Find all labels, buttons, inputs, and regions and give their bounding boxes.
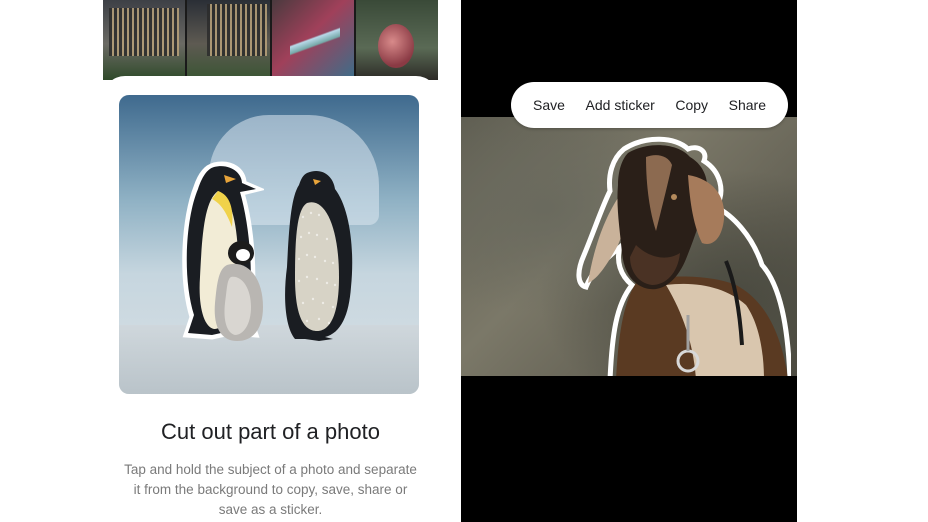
penguin-adult-right — [285, 170, 353, 341]
feature-intro-sheet: Cut out part of a photo Tap and hold the… — [103, 76, 438, 522]
gallery-thumbnail-building-night[interactable] — [103, 0, 186, 80]
gallery-thumbnail-sphere-sculpture[interactable] — [355, 0, 438, 80]
share-button[interactable]: Share — [729, 97, 766, 113]
goat-subject-cutout[interactable] — [576, 135, 791, 376]
penguin-chick — [214, 241, 263, 341]
copy-button[interactable]: Copy — [675, 97, 708, 113]
gallery-thumbnail-building-tower[interactable] — [187, 0, 270, 80]
goat-photo — [461, 117, 797, 376]
add-sticker-button[interactable]: Add sticker — [586, 97, 655, 113]
left-phone-screen: Cut out part of a photo Tap and hold the… — [103, 0, 438, 522]
save-button[interactable]: Save — [533, 97, 565, 113]
gallery-thumbnail-strip — [103, 0, 438, 80]
penguin-preview-image — [119, 95, 419, 394]
right-phone-screen: Save Add sticker Copy Share — [461, 0, 797, 522]
feature-title: Cut out part of a photo — [161, 419, 380, 444]
cutout-context-menu: Save Add sticker Copy Share — [511, 82, 788, 128]
feature-description: Tap and hold the subject of a photo and … — [124, 462, 417, 517]
gallery-thumbnail-escalator[interactable] — [271, 0, 354, 80]
